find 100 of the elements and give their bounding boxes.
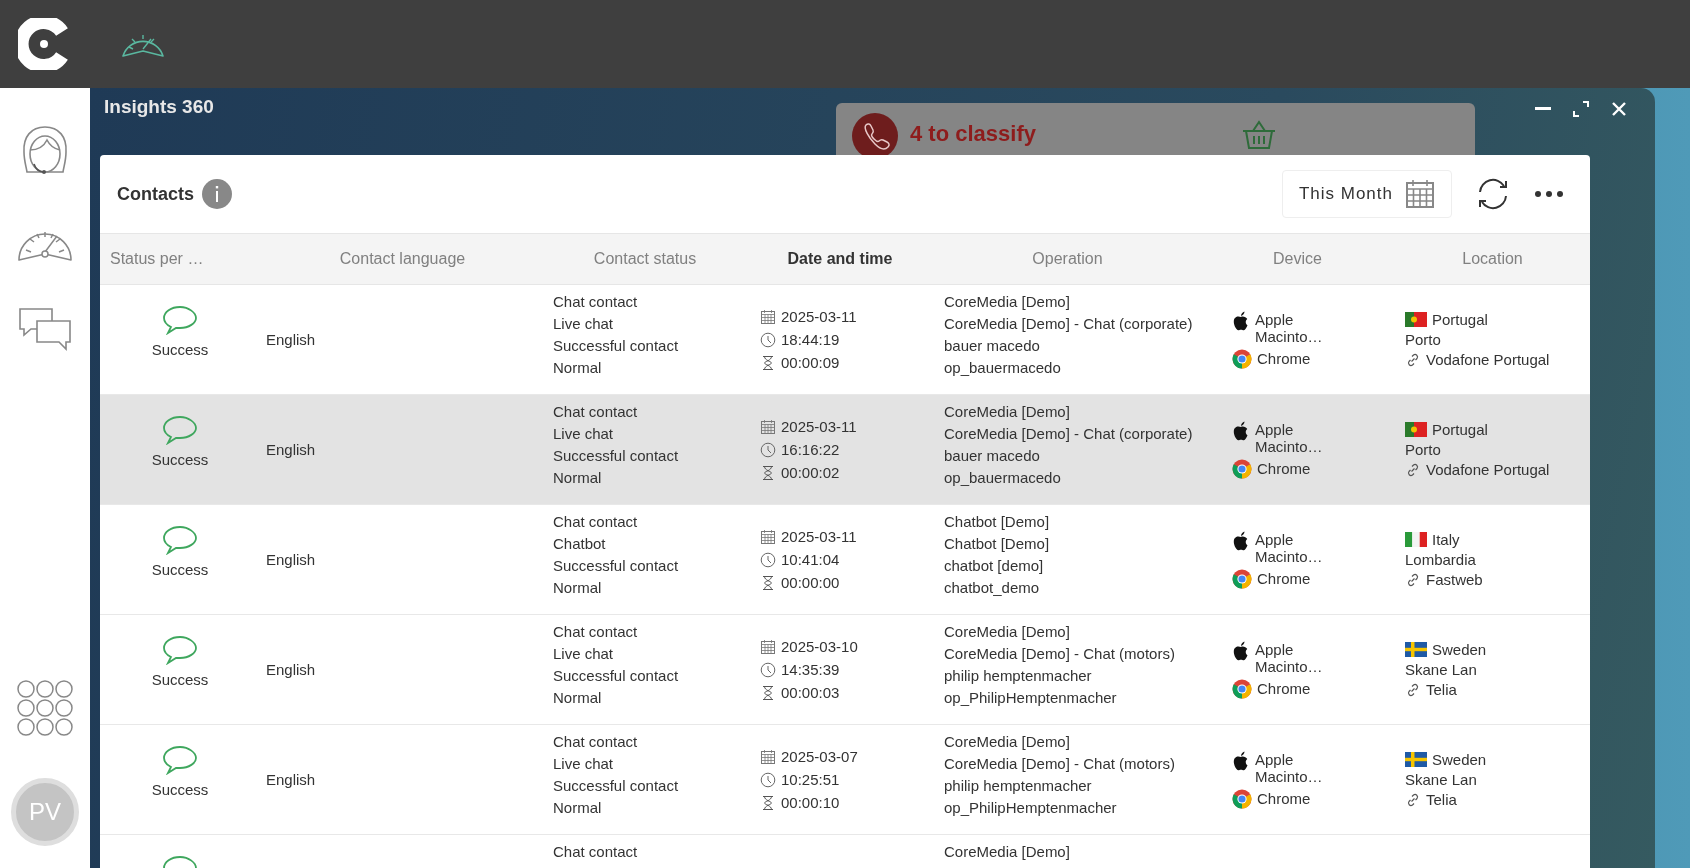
- contact-status-text: Live chat: [553, 645, 615, 662]
- region-text: Skane Lan: [1405, 771, 1478, 788]
- operation-text: bauer macedo: [944, 447, 1041, 464]
- status-label: Success: [151, 671, 209, 688]
- time-text: 14:35:39: [781, 661, 840, 678]
- time-text: 18:44:19: [781, 331, 840, 348]
- column-header[interactable]: Device: [1273, 250, 1322, 268]
- operation-text: CoreMedia [Demo]: [944, 293, 1071, 310]
- operation-text: philip hemptenmacher: [944, 667, 1093, 684]
- time-text: 10:41:04: [781, 551, 840, 568]
- operation-text: op_PhilipHemptenmacher: [944, 689, 1118, 706]
- isp-text: Fastweb: [1426, 571, 1483, 588]
- country-text: Portugal: [1432, 421, 1488, 438]
- column-header[interactable]: Location: [1462, 250, 1523, 268]
- contact-status-text: Chat contact: [553, 623, 639, 640]
- region-text: Skane Lan: [1405, 661, 1478, 678]
- classify-count[interactable]: 4 to classify: [910, 121, 1036, 147]
- contact-status-text: Successful contact: [553, 337, 680, 354]
- duration-text: 00:00:09: [781, 354, 840, 371]
- operation-text: CoreMedia [Demo] - Chat (motors): [944, 645, 1176, 662]
- column-header[interactable]: Contact status: [593, 250, 697, 268]
- operation-text: Chatbot [Demo]: [944, 535, 1051, 552]
- isp-text: Vodafone Portugal: [1426, 351, 1550, 368]
- country-text: Italy: [1432, 531, 1460, 548]
- language-text: English: [266, 331, 317, 348]
- column-header[interactable]: Contact language: [339, 250, 466, 268]
- status-label: Success: [151, 781, 209, 798]
- region-text: Lombardia: [1405, 551, 1477, 568]
- contact-status-text: Normal: [553, 689, 603, 706]
- contact-status-text: Normal: [553, 799, 603, 816]
- operation-text: Chatbot [Demo]: [944, 513, 1051, 530]
- contact-status-text: Normal: [553, 469, 603, 486]
- contact-status-text: Chat contact: [553, 513, 639, 530]
- operation-text: CoreMedia [Demo]: [944, 623, 1071, 640]
- contact-status-text: Successful contact: [553, 447, 680, 464]
- browser-text: Chrome: [1257, 790, 1311, 807]
- contact-status-text: Successful contact: [553, 777, 680, 794]
- isp-text: Telia: [1426, 681, 1457, 698]
- duration-text: 00:00:02: [781, 464, 840, 481]
- date-text: 2025-03-11: [781, 418, 857, 435]
- isp-text: Telia: [1426, 791, 1457, 808]
- language-text: English: [266, 551, 317, 568]
- operation-text: CoreMedia [Demo]: [944, 403, 1071, 420]
- os-text: Apple Macinto…: [1255, 640, 1324, 675]
- operation-text: chatbot [demo]: [944, 557, 1045, 574]
- language-text: English: [266, 661, 317, 678]
- window-title: Insights 360: [103, 95, 214, 118]
- isp-text: Vodafone Portugal: [1426, 461, 1550, 478]
- duration-text: 00:00:10: [781, 794, 840, 811]
- contact-status-text: Chat contact: [553, 843, 639, 860]
- panel-title: Contacts: [117, 183, 194, 205]
- contact-status-text: Successful contact: [553, 557, 680, 574]
- contact-status-text: Chat contact: [553, 293, 639, 310]
- date-text: 2025-03-07: [781, 748, 858, 765]
- operation-text: CoreMedia [Demo] - Chat (motors): [944, 755, 1176, 772]
- operation-text: CoreMedia [Demo] - Chat (corporate): [944, 315, 1194, 332]
- browser-text: Chrome: [1257, 680, 1311, 697]
- language-text: English: [266, 441, 317, 458]
- date-text: 2025-03-10: [781, 638, 858, 655]
- region-text: Porto: [1405, 331, 1442, 348]
- column-header[interactable]: Status per …: [110, 250, 204, 268]
- browser-text: Chrome: [1257, 570, 1311, 587]
- column-header[interactable]: Operation: [1032, 250, 1103, 268]
- operation-text: philip hemptenmacher: [944, 777, 1093, 794]
- status-label: Success: [151, 341, 209, 358]
- status-label: Success: [151, 451, 209, 468]
- contact-status-text: Chat contact: [553, 403, 639, 420]
- operation-text: bauer macedo: [944, 337, 1041, 354]
- operation-text: CoreMedia [Demo] - Chat (corporate): [944, 425, 1194, 442]
- time-text: 16:16:22: [781, 441, 840, 458]
- os-text: Apple Macinto…: [1255, 530, 1324, 565]
- operation-text: CoreMedia [Demo]: [944, 733, 1071, 750]
- region-text: Porto: [1405, 441, 1442, 458]
- duration-text: 00:00:03: [781, 684, 840, 701]
- country-text: Sweden: [1432, 751, 1487, 768]
- country-text: Portugal: [1432, 311, 1488, 328]
- operation-text: op_bauermacedo: [944, 359, 1062, 376]
- os-text: Apple Macinto…: [1255, 420, 1324, 455]
- os-text: Apple Macinto…: [1255, 310, 1324, 345]
- date-text: 2025-03-11: [781, 528, 857, 545]
- contact-status-text: Normal: [553, 359, 603, 376]
- column-header[interactable]: Date and time: [787, 250, 893, 268]
- language-text: English: [266, 771, 317, 788]
- contact-status-text: Chatbot: [553, 535, 607, 552]
- contact-status-text: Live chat: [553, 755, 615, 772]
- operation-text: op_PhilipHemptenmacher: [944, 799, 1118, 816]
- country-text: Sweden: [1432, 641, 1487, 658]
- status-label: Success: [151, 561, 209, 578]
- browser-text: Chrome: [1257, 350, 1311, 367]
- date-text: 2025-03-11: [781, 308, 857, 325]
- period-picker[interactable]: This Month: [1281, 170, 1452, 218]
- operation-text: op_bauermacedo: [944, 469, 1062, 486]
- contact-status-text: Successful contact: [553, 667, 680, 684]
- contact-status-text: Normal: [553, 579, 603, 596]
- os-text: Apple Macinto…: [1255, 750, 1324, 785]
- time-text: 10:25:51: [781, 771, 840, 788]
- contact-status-text: Live chat: [553, 425, 615, 442]
- operation-text: CoreMedia [Demo]: [944, 843, 1071, 860]
- duration-text: 00:00:00: [781, 574, 840, 591]
- browser-text: Chrome: [1257, 460, 1311, 477]
